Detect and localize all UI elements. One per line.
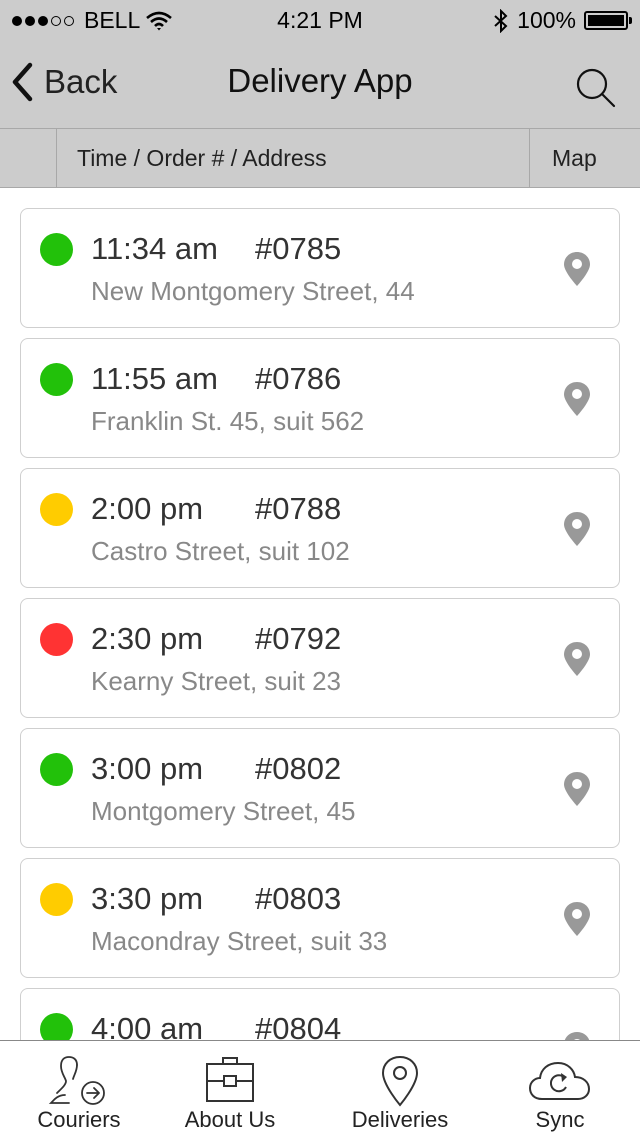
status-indicator-green — [40, 1013, 73, 1040]
delivery-item[interactable]: 3:30 pm #0803 Macondray Street, suit 33 — [20, 858, 620, 978]
tab-sync[interactable]: Sync — [510, 1041, 610, 1138]
delivery-address: Kearny Street, suit 23 — [91, 666, 342, 696]
map-pin-icon[interactable] — [563, 771, 591, 807]
main-column-header[interactable]: Time / Order # / Address — [57, 129, 530, 187]
column-header: Time / Order # / Address Map — [0, 128, 640, 188]
delivery-item[interactable]: 2:30 pm #0792 Kearny Street, suit 23 — [20, 598, 620, 718]
delivery-time: 3:00 pm — [91, 751, 204, 786]
tab-label: Couriers — [37, 1107, 121, 1132]
back-button[interactable]: Back — [10, 62, 117, 102]
delivery-time: 4:00 am — [91, 1011, 204, 1040]
map-pin-icon[interactable] — [563, 511, 591, 547]
battery-percent: 100% — [517, 7, 576, 33]
status-right: 100% — [493, 7, 632, 34]
order-number: #0785 — [255, 231, 342, 266]
chevron-left-icon — [12, 62, 33, 102]
delivery-item[interactable]: 11:55 am #0786 Franklin St. 45, suit 562 — [20, 338, 620, 458]
delivery-item[interactable]: 4:00 am #0804 — [20, 988, 620, 1040]
status-bar: BELL 4:21 PM 100% — [0, 0, 640, 40]
tab-deliveries[interactable]: Deliveries — [340, 1041, 460, 1138]
status-indicator-red — [40, 623, 73, 656]
order-number: #0802 — [255, 751, 342, 786]
bluetooth-icon — [494, 8, 508, 33]
map-pin-icon[interactable] — [563, 251, 591, 287]
location-pin-icon — [381, 1055, 419, 1107]
delivery-item[interactable]: 11:34 am #0785 New Montgomery Street, 44 — [20, 208, 620, 328]
status-indicator-green — [40, 233, 73, 266]
delivery-address: Macondray Street, suit 33 — [91, 926, 388, 956]
nav-bar: Back Delivery App — [0, 40, 640, 128]
delivery-time: 11:34 am — [91, 231, 218, 266]
tab-couriers[interactable]: Couriers — [20, 1041, 138, 1138]
map-pin-icon[interactable] — [563, 381, 591, 417]
delivery-item[interactable]: 3:00 pm #0802 Montgomery Street, 45 — [20, 728, 620, 848]
delivery-time: 11:55 am — [91, 361, 218, 396]
battery-icon — [584, 11, 632, 30]
order-number: #0804 — [255, 1011, 342, 1040]
order-number: #0803 — [255, 881, 342, 916]
status-indicator-green — [40, 753, 73, 786]
map-column-header[interactable]: Map — [530, 129, 640, 187]
delivery-time: 2:00 pm — [91, 491, 204, 526]
briefcase-icon — [206, 1057, 254, 1102]
order-number: #0786 — [255, 361, 342, 396]
tab-label: About Us — [184, 1107, 276, 1132]
order-number: #0788 — [255, 491, 342, 526]
search-button[interactable] — [574, 66, 618, 110]
delivery-address: Montgomery Street, 45 — [91, 796, 356, 826]
delivery-address: Franklin St. 45, suit 562 — [91, 406, 365, 436]
cloud-sync-icon — [528, 1061, 591, 1100]
delivery-time: 2:30 pm — [91, 621, 204, 656]
delivery-address: Castro Street, suit 102 — [91, 536, 350, 566]
back-label: Back — [44, 63, 118, 100]
tab-about-us[interactable]: About Us — [172, 1041, 288, 1138]
delivery-list[interactable]: 11:34 am #0785 New Montgomery Street, 44… — [0, 188, 640, 1040]
delivery-item[interactable]: 2:00 pm #0788 Castro Street, suit 102 — [20, 468, 620, 588]
delivery-time: 3:30 pm — [91, 881, 204, 916]
search-icon — [576, 68, 616, 108]
map-pin-icon[interactable] — [563, 1031, 591, 1040]
delivery-address: New Montgomery Street, 44 — [91, 276, 415, 306]
map-pin-icon[interactable] — [563, 901, 591, 937]
tab-label: Sync — [535, 1107, 585, 1132]
status-column-header[interactable] — [0, 129, 57, 187]
tab-bar: Couriers About Us Deliveries Sync — [0, 1040, 640, 1138]
status-indicator-green — [40, 363, 73, 396]
status-indicator-yellow — [40, 883, 73, 916]
order-number: #0792 — [255, 621, 342, 656]
status-indicator-yellow — [40, 493, 73, 526]
courier-icon — [48, 1056, 105, 1105]
tab-label: Deliveries — [351, 1107, 449, 1132]
map-pin-icon[interactable] — [563, 641, 591, 677]
